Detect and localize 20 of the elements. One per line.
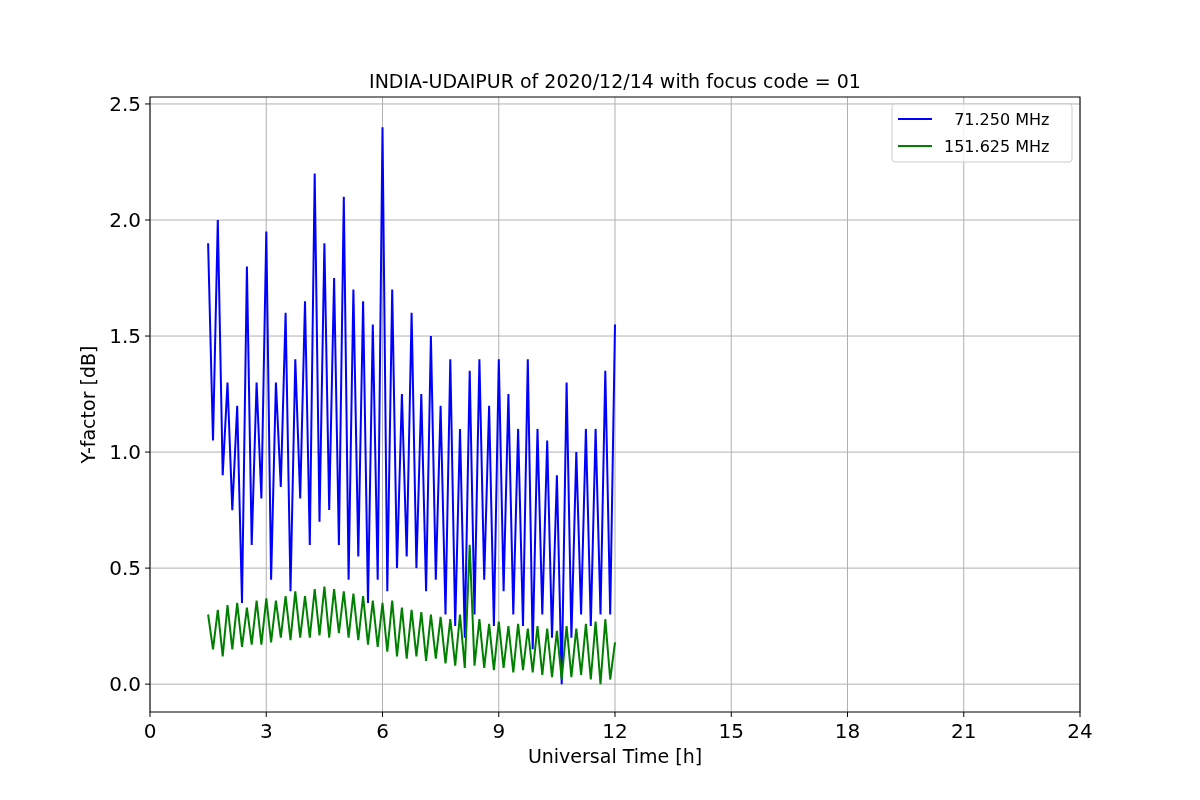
x-tick-label: 3 [259,719,273,743]
y-tick-label: 1.0 [109,440,141,465]
legend-label: 71.250 MHz [954,110,1050,129]
x-tick-label: 24 [1067,719,1093,743]
legend-label: 151.625 MHz [944,137,1050,156]
y-tick-label: 2.5 [109,91,141,116]
x-tick-label: 15 [718,719,744,743]
x-tick-label: 6 [376,719,389,743]
x-tick-label: 9 [492,719,506,743]
y-tick-label: 1.5 [109,324,141,349]
x-tick-label: 21 [951,719,977,743]
chart-title: INDIA-UDAIPUR of 2020/12/14 with focus code = 01 [369,70,861,92]
x-tick-label: 0 [143,719,157,743]
y-tick-label: 0.5 [109,556,141,581]
x-tick-label: 12 [602,719,628,743]
y-tick-label: 0.0 [109,672,141,697]
x-axis-label: Universal Time [h] [527,745,703,767]
y-axis-label: Y-factor [dB] [77,345,99,464]
y-tick-label: 2.0 [109,208,141,232]
x-tick-label: 18 [834,719,861,743]
